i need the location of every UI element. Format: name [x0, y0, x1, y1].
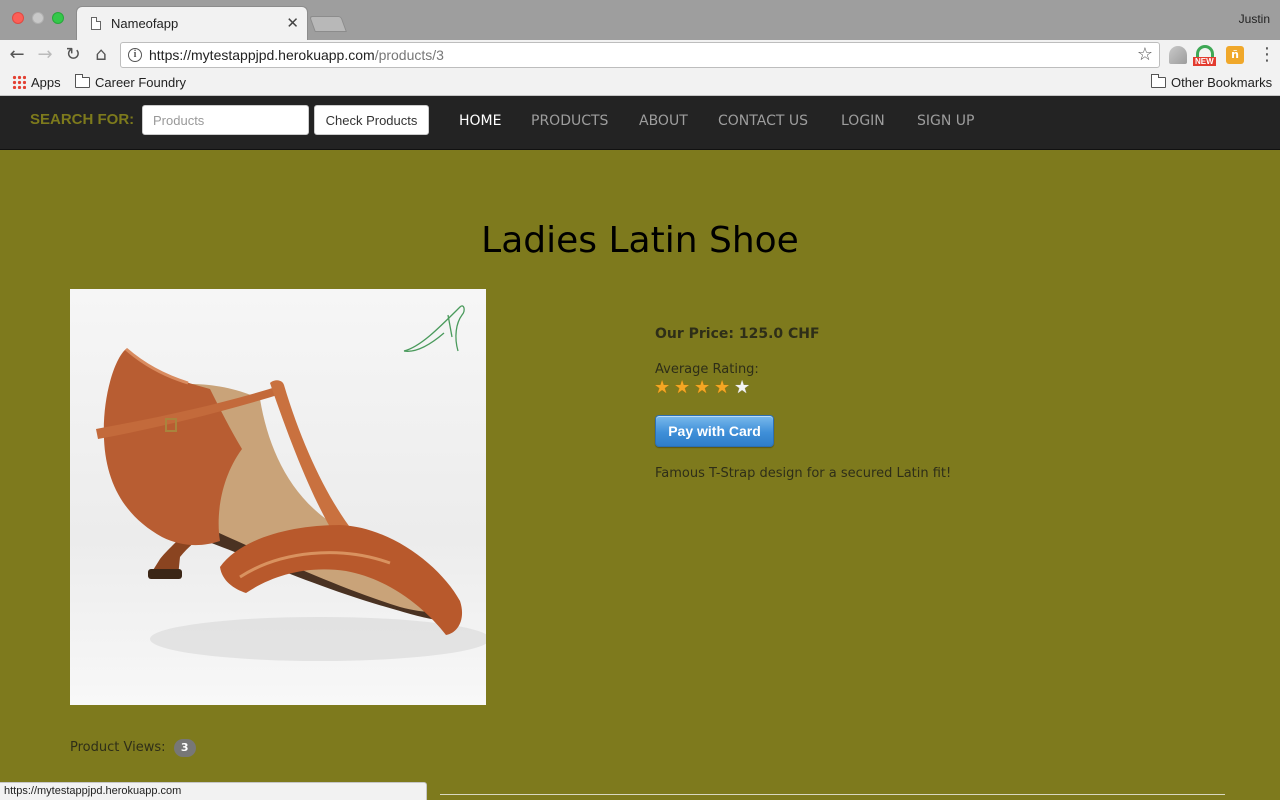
rating-stars: ★ ★ ★ ★ ★ [654, 378, 754, 398]
drive-extension-icon[interactable] [1169, 46, 1187, 64]
product-description: Famous T-Strap design for a secured Lati… [655, 466, 952, 481]
star-icon-5: ★ [734, 377, 751, 398]
site-info-icon[interactable]: i [128, 48, 142, 62]
url-text[interactable]: https://mytestappjpd.herokuapp.com/produ… [149, 47, 444, 63]
orange-extension-icon[interactable]: ñ [1226, 46, 1244, 64]
nav-sign-up[interactable]: SIGN UP [917, 113, 974, 129]
page-icon [91, 17, 101, 30]
url-path: /products/3 [374, 47, 444, 63]
home-icon[interactable]: ⌂ [90, 44, 112, 66]
check-products-button[interactable]: Check Products [314, 105, 429, 135]
star-icon-2: ★ [674, 377, 691, 398]
folder-icon [75, 74, 90, 88]
brand-logo [403, 305, 465, 352]
nav-login[interactable]: LOGIN [841, 113, 885, 129]
star-icon-4: ★ [714, 377, 731, 398]
product-title: Ladies Latin Shoe [481, 220, 799, 261]
main-content: Ladies Latin Shoe Our Price: 125.0 CHF A… [0, 150, 1280, 800]
bookmark-career-foundry[interactable]: Career Foundry [75, 74, 187, 90]
bookmark-other-label: Other Bookmarks [1171, 75, 1273, 90]
nav-about[interactable]: ABOUT [639, 113, 688, 129]
search-label: SEARCH FOR: [30, 111, 135, 128]
nav-products[interactable]: PRODUCTS [531, 113, 608, 129]
profile-name[interactable]: Justin [1239, 12, 1270, 26]
bookmark-star-icon[interactable]: ☆ [1137, 44, 1153, 65]
new-tab-button[interactable] [309, 16, 347, 32]
nav-home[interactable]: HOME [459, 113, 501, 129]
address-bar[interactable]: i https://mytestappjpd.herokuapp.com/pro… [120, 42, 1160, 68]
folder-icon [1151, 74, 1166, 88]
reload-icon[interactable]: ↻ [62, 44, 84, 66]
bookmarks-bar: Apps Career Foundry Other Bookmarks [0, 70, 1280, 96]
status-bar-url: https://mytestappjpd.herokuapp.com [0, 782, 427, 800]
window-minimize-button[interactable] [32, 12, 44, 24]
star-icon-1: ★ [654, 377, 671, 398]
bookmark-apps[interactable]: Apps [12, 75, 61, 90]
product-price: Our Price: 125.0 CHF [655, 326, 820, 342]
rating-label: Average Rating: [655, 362, 759, 377]
product-views-label: Product Views: [70, 740, 166, 755]
shoe-illustration [96, 305, 486, 661]
tab-close-icon[interactable]: ✕ [286, 14, 299, 32]
tab-title: Nameofapp [111, 16, 179, 31]
green-extension-icon[interactable] [1196, 45, 1214, 57]
site-navbar: SEARCH FOR: Check Products HOME PRODUCTS… [0, 96, 1280, 150]
footer-divider [440, 794, 1225, 795]
back-arrow-icon[interactable]: ← [6, 44, 28, 66]
url-host: https://mytestappjpd.herokuapp.com [149, 47, 375, 63]
bookmark-other[interactable]: Other Bookmarks [1151, 74, 1273, 90]
search-input[interactable] [142, 105, 309, 135]
browser-tab-active[interactable]: Nameofapp ✕ [76, 6, 308, 40]
browser-toolbar: ← → ↻ ⌂ i https://mytestappjpd.herokuapp… [0, 40, 1280, 70]
nav-contact-us[interactable]: CONTACT US [718, 113, 808, 129]
pay-with-card-button[interactable]: Pay with Card [655, 415, 774, 447]
new-badge: NEW [1193, 57, 1216, 66]
bookmark-apps-label: Apps [31, 75, 61, 90]
browser-titlebar: Nameofapp ✕ Justin [0, 0, 1280, 40]
views-count-badge: 3 [173, 739, 196, 757]
window-close-button[interactable] [12, 12, 24, 24]
browser-menu-icon[interactable]: ⋮ [1258, 44, 1276, 66]
product-image [70, 289, 486, 705]
window-maximize-button[interactable] [52, 12, 64, 24]
star-icon-3: ★ [694, 377, 711, 398]
product-views: Product Views: 3 [70, 739, 196, 757]
apps-grid-icon [12, 75, 26, 89]
bookmark-career-label: Career Foundry [95, 75, 187, 90]
forward-arrow-icon[interactable]: → [34, 44, 56, 66]
